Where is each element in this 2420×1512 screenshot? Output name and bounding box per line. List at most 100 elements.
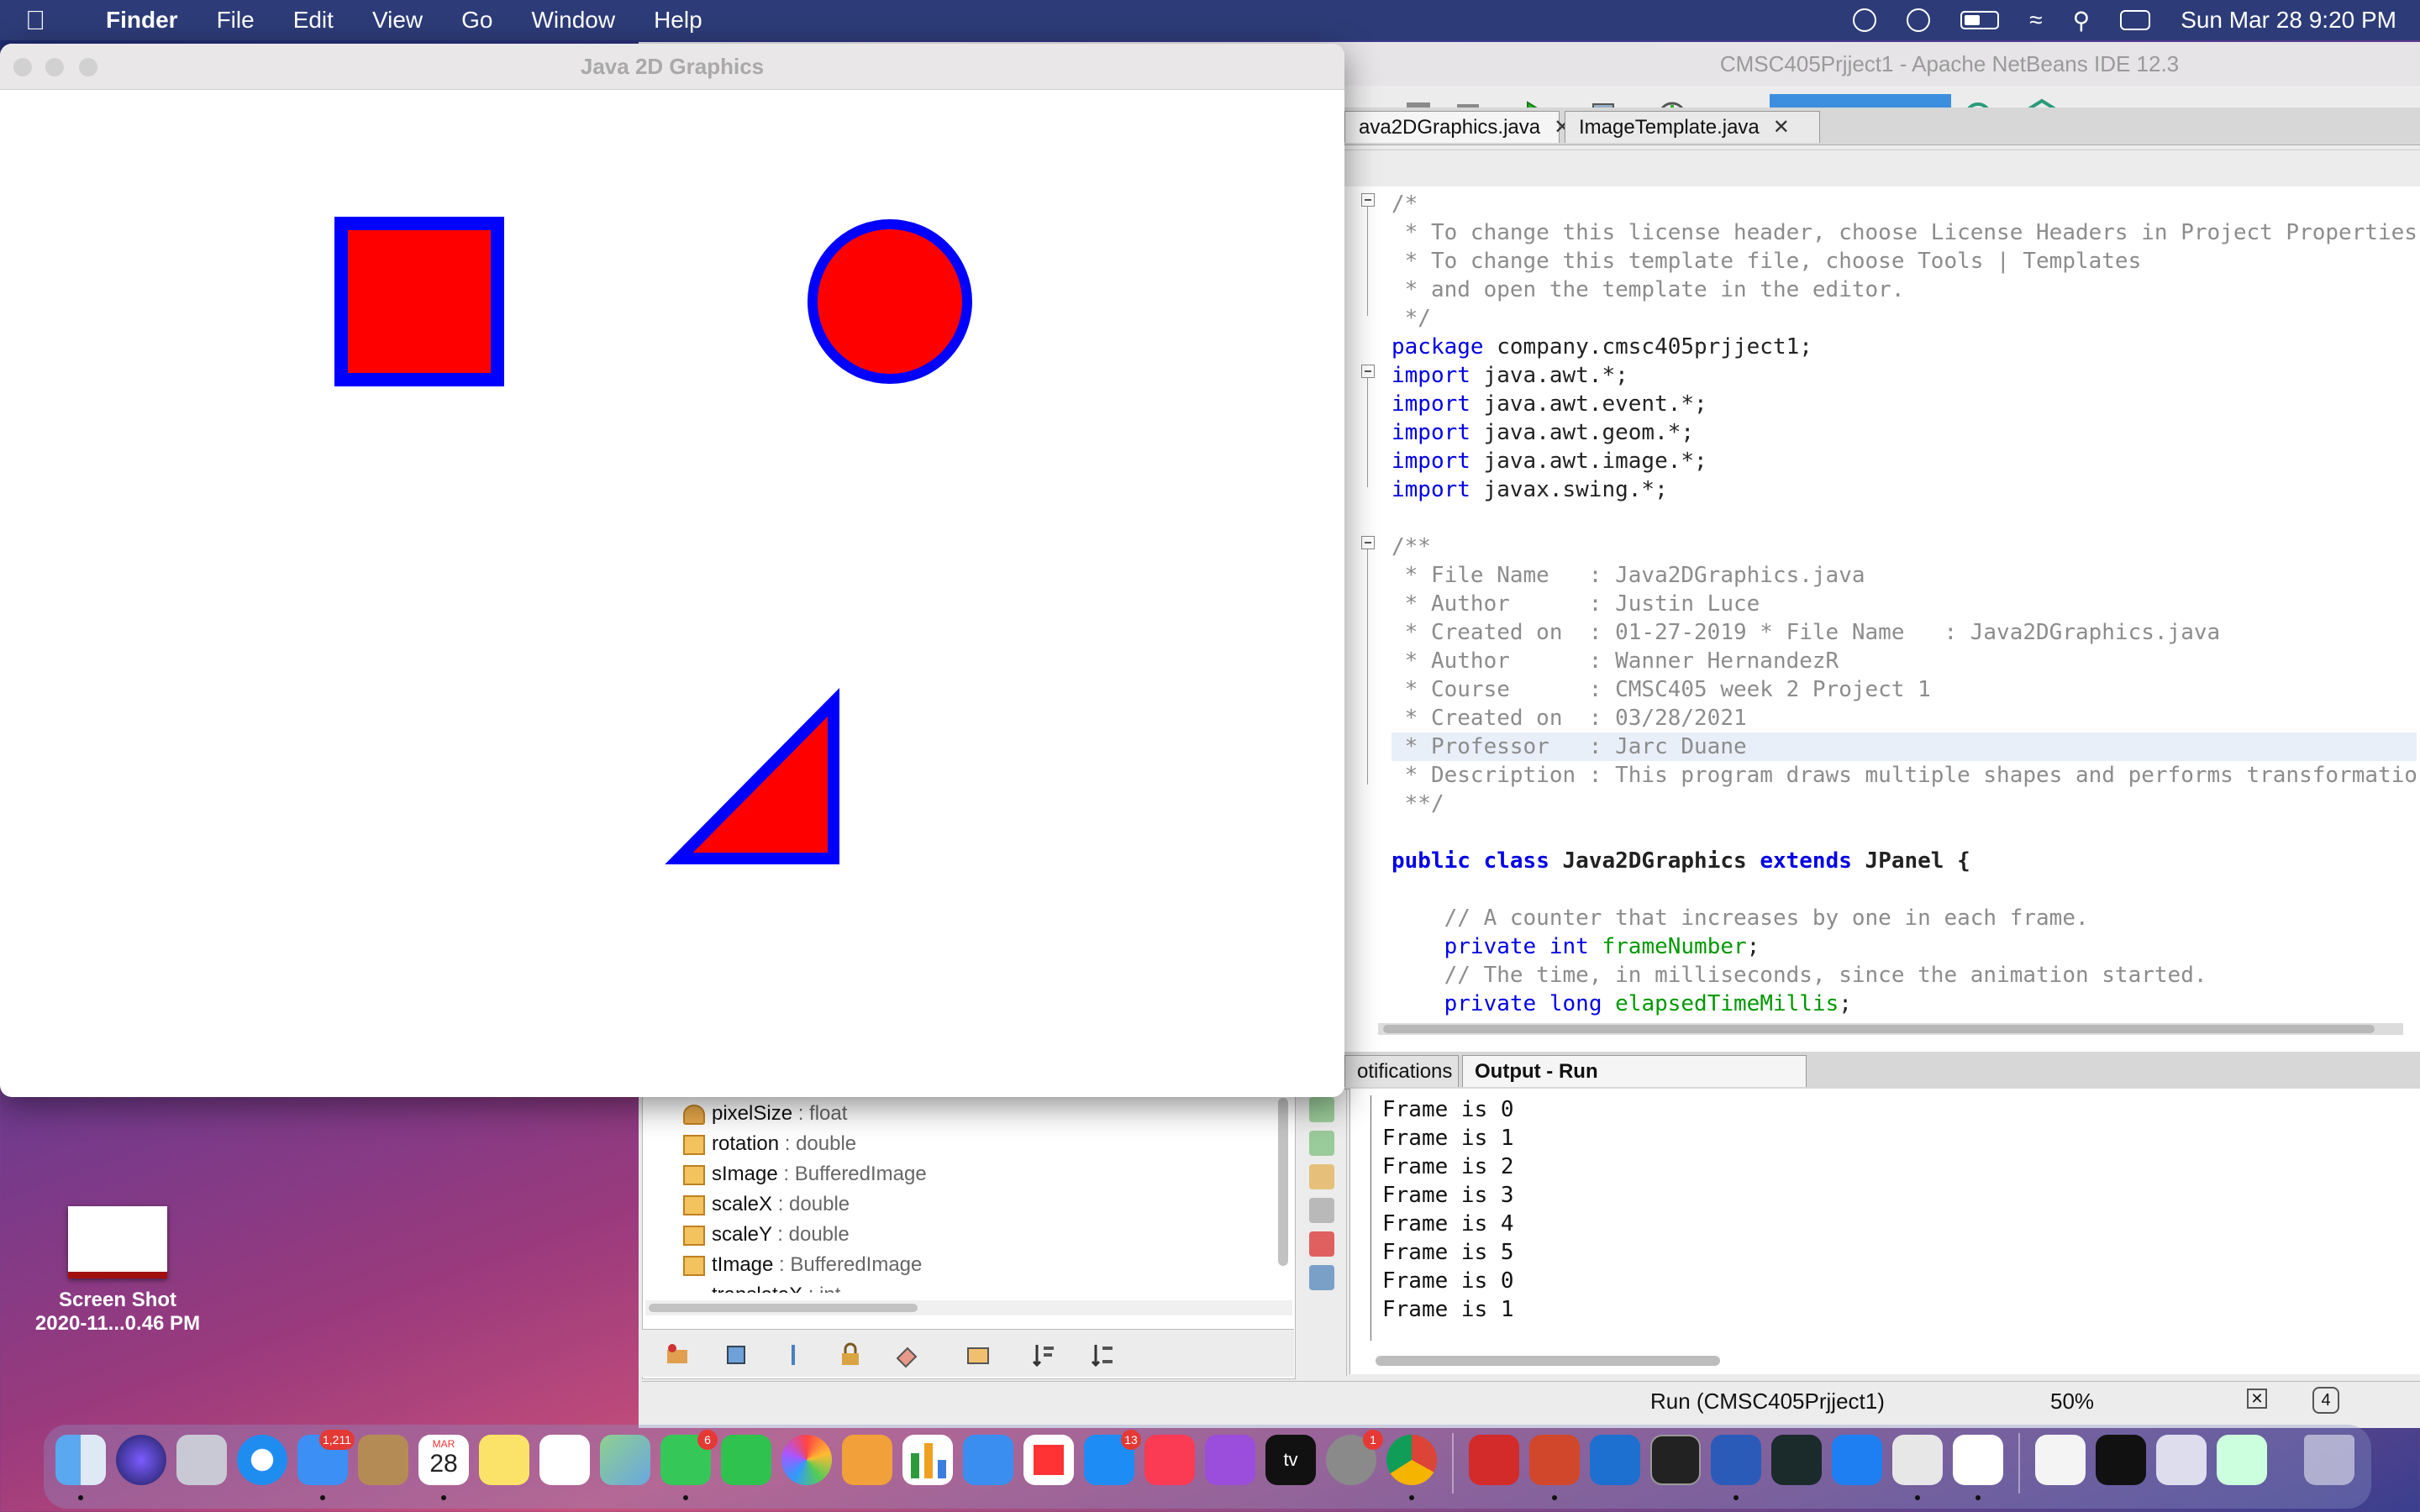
trash-icon[interactable] — [2304, 1435, 2354, 1485]
finder-icon[interactable] — [55, 1435, 106, 1485]
menu-file[interactable]: File — [217, 7, 255, 34]
scroll-thumb[interactable] — [1376, 1356, 1720, 1366]
launchpad-icon[interactable] — [176, 1435, 227, 1485]
apple-tv-icon[interactable]: tv — [1265, 1435, 1316, 1485]
control-center-icon[interactable] — [2120, 10, 2151, 30]
creative-cloud-icon[interactable] — [1853, 8, 1877, 32]
scroll-thumb[interactable] — [649, 1304, 918, 1312]
keynote-icon[interactable] — [963, 1435, 1013, 1485]
code-editor[interactable]: /* * To change this license header, choo… — [1344, 186, 2420, 1067]
rerun-with-args-icon[interactable] — [1309, 1131, 1334, 1156]
stop-icon[interactable] — [1309, 1231, 1334, 1257]
photos-icon[interactable] — [781, 1435, 832, 1485]
navigator-item[interactable]: pixelSize : float — [683, 1100, 847, 1128]
bluetooth-icon[interactable] — [1832, 1435, 1882, 1485]
menu-window[interactable]: Window — [531, 7, 615, 34]
navigator-item[interactable]: scaleX : double — [683, 1190, 850, 1219]
fold-toggle-icon[interactable] — [1361, 193, 1375, 207]
fields-filter-icon[interactable] — [723, 1341, 750, 1368]
close-window-button[interactable] — [13, 58, 32, 76]
desktop-screenshot-file[interactable]: Screen Shot 2020-11...0.46 PM — [17, 1206, 218, 1336]
settings-icon[interactable] — [1309, 1198, 1334, 1223]
status-running-task[interactable]: Run (CMSC405Prjject1) — [1650, 1389, 1885, 1415]
app-store-icon[interactable]: 13 — [1084, 1430, 1141, 1485]
static-filter-icon[interactable] — [780, 1341, 807, 1368]
navigator-item[interactable]: tImage : BufferedImage — [683, 1251, 922, 1279]
outlook-icon[interactable] — [1590, 1435, 1640, 1485]
tools-icon[interactable] — [1309, 1265, 1334, 1290]
fold-toggle-icon[interactable] — [1361, 365, 1375, 378]
menu-view[interactable]: View — [372, 7, 423, 34]
siri-icon[interactable] — [116, 1435, 166, 1485]
menu-help[interactable]: Help — [654, 7, 702, 34]
music-icon[interactable] — [1144, 1435, 1195, 1485]
output-horizontal-scrollbar[interactable] — [1376, 1352, 2384, 1368]
tab-notifications[interactable]: otifications — [1344, 1055, 1459, 1087]
terminal-icon[interactable] — [1650, 1435, 1701, 1485]
podcasts-icon[interactable] — [1205, 1435, 1255, 1485]
word-icon[interactable] — [1711, 1435, 1761, 1485]
pdf-expert-icon[interactable] — [1469, 1435, 1519, 1485]
chrome-icon[interactable] — [1386, 1435, 1437, 1485]
documents-stack-icon[interactable] — [2156, 1435, 2207, 1485]
activity-monitor-icon[interactable] — [1771, 1435, 1822, 1485]
navigator-item[interactable]: scaleY : double — [683, 1221, 850, 1249]
rerun-icon[interactable] — [1309, 1097, 1334, 1122]
close-icon[interactable]: ✕ — [1773, 116, 1790, 139]
screenshot-stack-icon[interactable] — [2096, 1435, 2146, 1485]
lock-filter-icon[interactable] — [837, 1341, 864, 1368]
maps-icon[interactable] — [600, 1435, 650, 1485]
spotlight-search-icon[interactable]: ⚲ — [2073, 7, 2091, 34]
navigator-item[interactable]: translateX : int — [712, 1281, 840, 1293]
powerpoint-icon[interactable] — [1529, 1435, 1580, 1485]
zoom-window-button[interactable] — [79, 58, 97, 76]
wifi-icon[interactable]: ≈ — [2029, 7, 2042, 34]
navigator-item[interactable]: rotation : double — [683, 1130, 856, 1158]
editor-horizontal-scrollbar[interactable] — [1378, 1023, 2403, 1035]
sort-filter-icon[interactable] — [965, 1341, 992, 1368]
tab-imagetemplate[interactable]: ImageTemplate.java ✕ — [1565, 111, 1820, 143]
java-icon[interactable] — [1953, 1435, 2003, 1485]
facetime-icon[interactable] — [721, 1435, 771, 1485]
tab-java2dgraphics[interactable]: ava2DGraphics.java ✕ — [1344, 111, 1570, 143]
numbers-icon[interactable] — [902, 1435, 953, 1485]
notes-icon[interactable] — [479, 1435, 529, 1485]
calendar-icon[interactable]: MAR 28 — [418, 1435, 469, 1485]
contacts-icon[interactable] — [358, 1435, 408, 1485]
mail-icon[interactable]: 1,211 — [297, 1430, 355, 1485]
output-line: Frame is 0 — [1382, 1097, 1514, 1122]
system-preferences-icon[interactable]: 1 — [1326, 1430, 1383, 1485]
minimize-window-button[interactable] — [45, 58, 64, 76]
inherited-members-icon[interactable] — [664, 1341, 691, 1368]
reminders-icon[interactable] — [539, 1435, 590, 1485]
continue-icon[interactable] — [1309, 1164, 1334, 1189]
messages-icon[interactable]: 6 — [660, 1430, 718, 1485]
recent-stack-icon[interactable] — [2217, 1435, 2267, 1485]
sort-by-source-icon[interactable] — [1089, 1341, 1116, 1368]
play-icon[interactable] — [1907, 8, 1931, 32]
downloads-stack-icon[interactable] — [2035, 1435, 2086, 1485]
navigator-horizontal-scrollbar[interactable] — [645, 1300, 1292, 1315]
editor-tab-bar: ava2DGraphics.java ✕ ImageTemplate.java ✕ — [1344, 108, 2420, 145]
tab-output-run[interactable]: Output - Run (CMSC405Prjject1)✕ — [1462, 1055, 1807, 1115]
fold-guide — [1367, 549, 1368, 785]
menu-edit[interactable]: Edit — [293, 7, 334, 34]
eraser-filter-icon[interactable] — [894, 1341, 921, 1368]
sort-by-name-icon[interactable] — [1030, 1341, 1057, 1368]
netbeans-icon[interactable] — [1892, 1435, 1943, 1485]
scroll-thumb[interactable] — [1383, 1025, 2375, 1033]
navigator-vertical-scrollbar[interactable] — [1278, 1098, 1288, 1266]
pages-icon[interactable] — [842, 1435, 892, 1485]
menu-clock[interactable]: Sun Mar 28 9:20 PM — [2181, 7, 2396, 34]
apple-icon[interactable]:  — [25, 5, 72, 36]
output-console[interactable]: Frame is 0 Frame is 1 Frame is 2 Frame i… — [1349, 1089, 2420, 1374]
notifications-badge[interactable]: 4 — [2312, 1387, 2339, 1414]
menu-go[interactable]: Go — [461, 7, 492, 34]
cancel-task-icon[interactable]: ✕ — [2247, 1389, 2267, 1409]
fold-toggle-icon[interactable] — [1361, 536, 1375, 549]
safari-icon[interactable] — [237, 1435, 287, 1485]
news-icon[interactable] — [1023, 1435, 1074, 1485]
navigator-item[interactable]: sImage : BufferedImage — [683, 1160, 927, 1189]
menu-app-name[interactable]: Finder — [106, 7, 178, 34]
battery-icon[interactable] — [1960, 11, 2000, 29]
